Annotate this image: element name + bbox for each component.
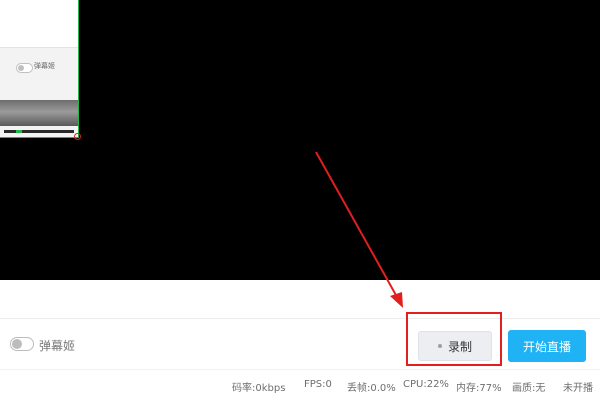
status-quality: 画质:无: [512, 383, 546, 394]
thumbnail-danmu-toggle: [16, 63, 33, 73]
thumbnail-image-strip: [0, 100, 78, 126]
toggle-knob: [12, 339, 22, 349]
start-live-button[interactable]: 开始直播: [508, 330, 586, 362]
thumbnail-scroll-track: [4, 130, 74, 133]
status-fps: FPS:0: [304, 379, 332, 390]
status-bar: 码率:0kbps FPS:0 丢帧:0.0% CPU:22% 内存:77% 画质…: [0, 369, 600, 400]
resize-handle-icon[interactable]: [74, 133, 81, 140]
status-drop-rate: 丢帧:0.0%: [347, 383, 396, 394]
capture-thumbnail[interactable]: 弹幕姬: [0, 0, 79, 138]
status-memory: 内存:77%: [456, 383, 502, 394]
danmu-label: 弹幕姬: [39, 339, 76, 353]
live-preview-area: 弹幕姬: [0, 0, 600, 280]
thumbnail-scroll-handle[interactable]: [16, 130, 22, 133]
thumbnail-danmu-label: 弹幕姬: [34, 62, 55, 70]
status-bitrate: 码率:0kbps: [232, 383, 286, 394]
start-live-label: 开始直播: [522, 339, 571, 354]
danmu-toggle[interactable]: [10, 337, 34, 351]
record-dot-icon: [437, 344, 442, 348]
thumbnail-header: [0, 0, 78, 47]
record-button[interactable]: 录制: [418, 331, 492, 361]
controls-divider: [0, 318, 600, 319]
record-button-label: 录制: [447, 339, 472, 354]
status-live-state: 未开播: [563, 383, 593, 394]
thumbnail-divider: [0, 47, 78, 48]
status-cpu: CPU:22%: [403, 379, 449, 390]
